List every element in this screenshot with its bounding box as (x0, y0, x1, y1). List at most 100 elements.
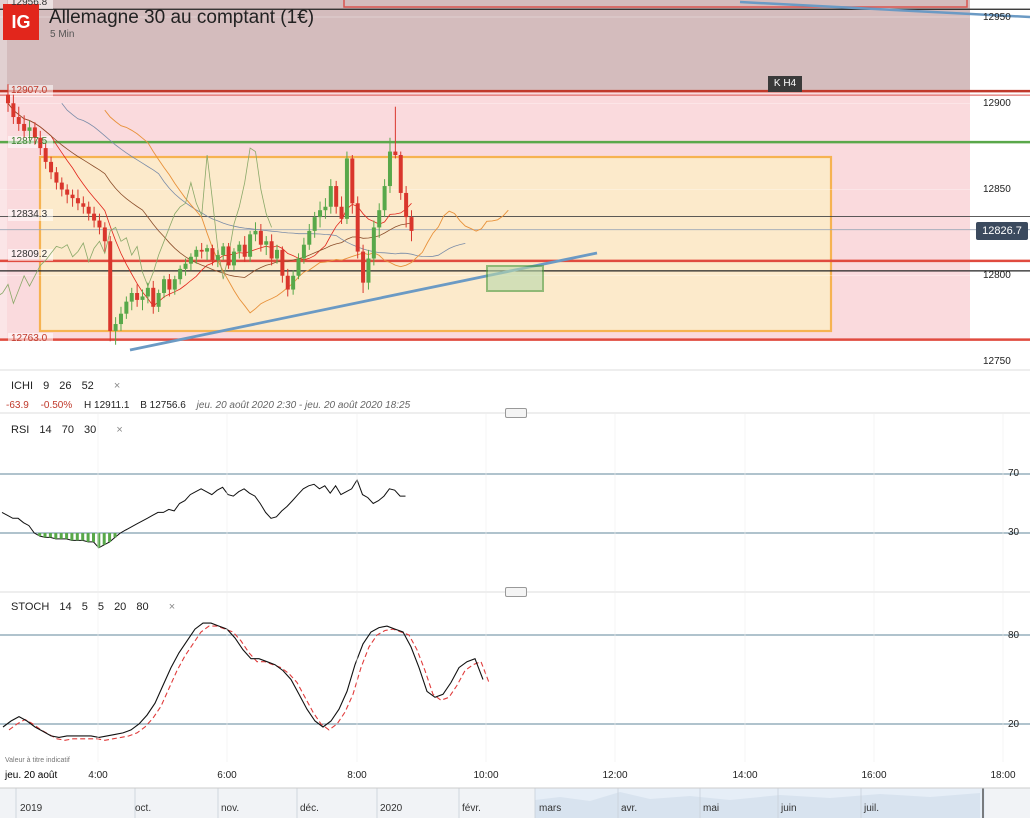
close-icon[interactable]: × (114, 380, 120, 392)
level-label: 12956.8 (11, 0, 48, 8)
candle-body (248, 234, 253, 257)
navigator-label[interactable]: mars (539, 803, 561, 814)
navigator-label[interactable]: nov. (221, 803, 239, 814)
stoch-level-label: 80 (1008, 630, 1020, 641)
current-price-tag: 12826.7 (976, 222, 1028, 240)
zone-label: K H4 (768, 76, 802, 92)
price-tick: 12750 (983, 356, 1011, 367)
ig-logo: IG (3, 4, 39, 40)
candle-body (221, 246, 226, 256)
candle-body (140, 296, 145, 300)
level-label: 12907.0 (11, 85, 48, 96)
price-tick: 12950 (983, 12, 1011, 23)
candle-body (167, 279, 172, 290)
candle-body (178, 268, 183, 280)
navigator-label[interactable]: févr. (462, 803, 481, 814)
candle-body (162, 279, 167, 293)
pane-resize-handle[interactable] (505, 587, 527, 597)
navigator-label[interactable]: avr. (621, 803, 637, 814)
candle-body (275, 249, 279, 259)
ichimoku-stats: -63.9 -0.50% H 12911.1 B 12756.6 jeu. 20… (6, 400, 411, 411)
price-tick: 12900 (983, 98, 1011, 109)
level-label: 12834.3 (11, 209, 48, 220)
candle-body (22, 123, 27, 131)
candle-body (188, 256, 193, 264)
navigator-label[interactable]: juil. (864, 803, 879, 814)
pane-resize-handle[interactable] (505, 408, 527, 418)
candle-body (296, 258, 301, 276)
candle-body (86, 206, 91, 214)
candle-body (387, 151, 392, 187)
candle-body (280, 249, 285, 276)
time-tick: 14:00 (732, 770, 758, 781)
navigator-label[interactable]: 2019 (20, 803, 42, 814)
candle-body (318, 210, 323, 218)
candle-body (183, 263, 188, 269)
stoch-d-line (8, 625, 490, 741)
level-label: 12877.5 (11, 136, 48, 147)
time-tick: 8:00 (347, 770, 367, 781)
candle-body (285, 275, 290, 290)
stoch-label: STOCH 14 5 5 20 80 × (11, 601, 176, 613)
candle-body (65, 189, 70, 195)
candle-body (172, 279, 177, 290)
candle-body (231, 251, 236, 266)
navigator-label[interactable]: juin (781, 803, 797, 814)
target-box (486, 265, 544, 292)
candle-body (307, 230, 312, 245)
candle-body (253, 230, 258, 235)
candle-body (393, 151, 398, 155)
candle-body (328, 186, 333, 207)
candle-body (27, 127, 32, 131)
candle-body (334, 186, 339, 207)
candle-body (344, 158, 349, 219)
candle-body (264, 241, 269, 245)
candle-body (355, 203, 360, 252)
indicative-note: Valeur à titre indicatif (5, 757, 70, 764)
candle-body (350, 158, 355, 204)
candle-body (301, 244, 306, 259)
time-tick: 10:00 (473, 770, 499, 781)
candle-body (43, 148, 48, 162)
candle-body (409, 217, 414, 231)
candle-body (16, 117, 21, 124)
candle-body (81, 203, 86, 207)
navigator-label[interactable]: 2020 (380, 803, 402, 814)
candle-body (258, 230, 263, 245)
candle-body (113, 324, 118, 331)
candle-body (124, 301, 129, 314)
stoch-level-label: 20 (1008, 719, 1020, 730)
level-label: 12763.0 (11, 333, 48, 344)
time-axis-date: jeu. 20 août (5, 770, 58, 781)
candle-body (312, 217, 317, 231)
candle-body (377, 210, 382, 228)
navigator-label[interactable]: oct. (135, 803, 151, 814)
candle-body (382, 186, 387, 211)
candle-body (237, 244, 242, 252)
navigator-label[interactable]: déc. (300, 803, 319, 814)
candle-body (404, 192, 409, 218)
candle-body (226, 246, 231, 266)
candle-body (269, 241, 274, 259)
candle-body (75, 198, 80, 204)
price-tick: 12850 (983, 184, 1011, 195)
close-icon[interactable]: × (169, 601, 175, 613)
candle-body (361, 251, 366, 283)
candle-body (194, 249, 199, 257)
candle-body (199, 249, 204, 252)
rsi-level-label: 30 (1008, 527, 1020, 538)
candle-body (151, 287, 156, 307)
candle-body (97, 220, 102, 228)
close-icon[interactable]: × (116, 424, 122, 436)
time-tick: 16:00 (861, 770, 887, 781)
time-tick: 12:00 (602, 770, 628, 781)
candle-body (156, 293, 161, 307)
rsi-label: RSI 14 70 30 × (11, 424, 123, 436)
navigator-label[interactable]: mai (703, 803, 719, 814)
candle-body (129, 293, 134, 302)
candle-body (92, 213, 97, 221)
interval-label[interactable]: 5 Min (50, 29, 74, 40)
candle-body (242, 244, 247, 257)
candle-body (11, 103, 16, 118)
time-tick: 18:00 (990, 770, 1016, 781)
